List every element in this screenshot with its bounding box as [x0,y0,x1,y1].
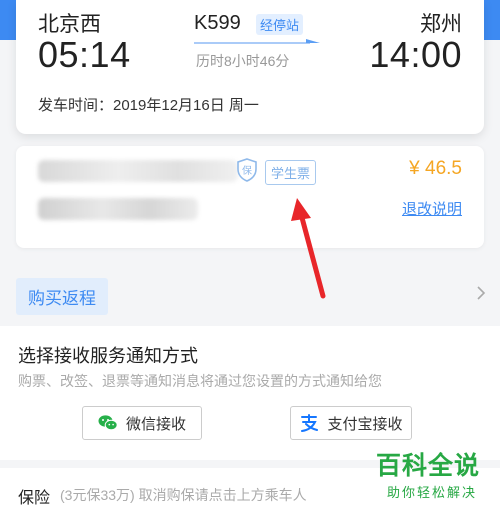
insurance-shield-icon: 保 [237,158,257,182]
train-info-card: 北京西 K599 经停站 郑州 05:14 历时8小时46分 14:00 发车时… [16,0,484,134]
departure-date: 发车时间：2019年12月16日 周一 [38,97,259,114]
alipay-receive-button[interactable]: 支付宝接收 [290,406,412,440]
trip-duration: 历时8小时46分 [196,53,290,69]
insurance-description: (3元保33万) 取消购保请点击上方乘车人 [60,487,307,503]
departure-time: 05:14 [38,34,131,75]
passenger-id-blurred [38,198,198,220]
passenger-card[interactable]: 保 学生票 ¥ 46.5 退改说明 [16,146,484,248]
arrow-right-icon [194,39,320,44]
train-number: K599 [194,12,241,34]
stops-button[interactable]: 经停站 [256,14,304,35]
wechat-receive-label: 微信接收 [125,415,186,433]
svg-text:保: 保 [242,164,252,177]
watermark-logo: 百科全说 助你轻松解决 [376,452,488,501]
arrival-time: 14:00 [369,34,462,75]
wechat-receive-button[interactable]: 微信接收 [82,406,202,440]
passenger-name-blurred [38,160,238,182]
alipay-receive-label: 支付宝接收 [327,415,403,433]
return-trip-row[interactable]: 购买返程 [0,270,500,320]
alipay-icon [301,414,319,432]
refund-policy-link[interactable]: 退改说明 [402,198,462,219]
insurance-label: 保险 [18,490,51,507]
chevron-right-icon [477,286,486,300]
watermark-title: 百科全说 [376,452,481,480]
buy-return-button[interactable]: 购买返程 [16,278,108,315]
notification-section: 选择接收服务通知方式 购票、改签、退票等通知消息将通过您设置的方式通知给您 微信… [0,326,500,460]
notification-description: 购票、改签、退票等通知消息将通过您设置的方式通知给您 [18,373,382,389]
notification-title: 选择接收服务通知方式 [18,346,198,366]
ticket-price: ¥ 46.5 [409,158,462,179]
student-ticket-badge: 学生票 [265,160,317,185]
wechat-icon [98,415,118,431]
watermark-subtitle: 助你轻松解决 [386,485,477,500]
